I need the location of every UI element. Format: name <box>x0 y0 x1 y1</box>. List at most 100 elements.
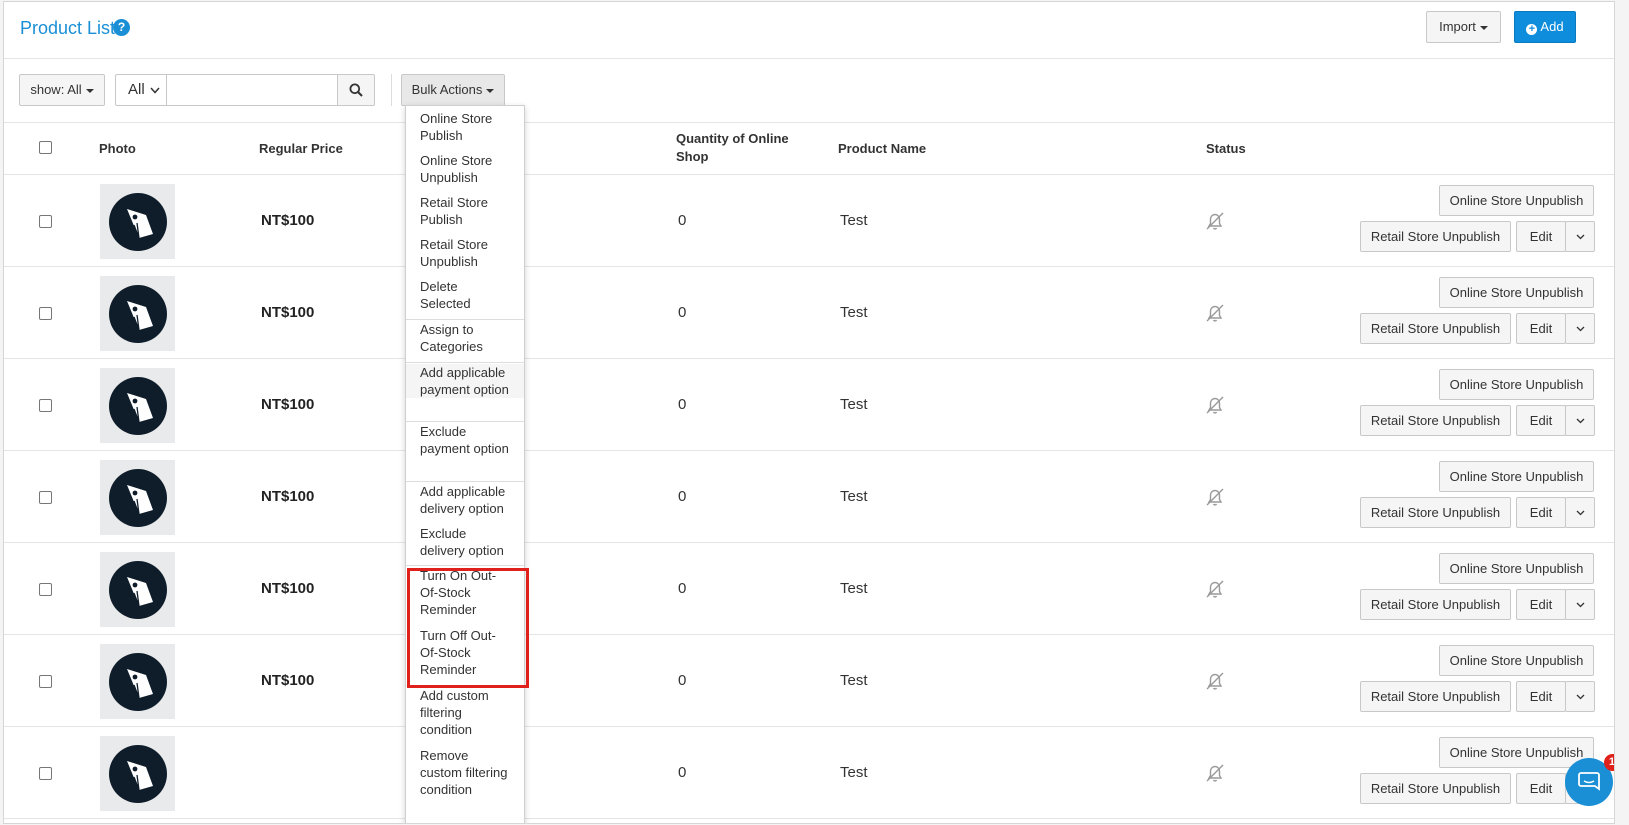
caret-down-icon <box>85 88 94 93</box>
bell-off-icon <box>1204 210 1226 232</box>
retail-store-unpublish-button[interactable]: Retail Store Unpublish <box>1360 497 1511 528</box>
bulk-menu-item[interactable]: Add applicable payment option <box>406 364 524 398</box>
bulk-menu-item[interactable]: Exclude payment option <box>406 423 524 457</box>
product-photo[interactable] <box>100 552 175 627</box>
retail-store-unpublish-button[interactable]: Retail Store Unpublish <box>1360 681 1511 712</box>
retail-store-unpublish-button[interactable]: Retail Store Unpublish <box>1360 405 1511 436</box>
retail-store-unpublish-button[interactable]: Retail Store Unpublish <box>1360 221 1511 252</box>
product-photo[interactable] <box>100 644 175 719</box>
retail-store-unpublish-button[interactable]: Retail Store Unpublish <box>1360 773 1511 804</box>
row-actions-toggle[interactable] <box>1565 221 1595 252</box>
menu-divider <box>406 421 524 422</box>
row-actions-toggle[interactable] <box>1565 405 1595 436</box>
search-button[interactable] <box>337 74 375 106</box>
online-store-unpublish-button[interactable]: Online Store Unpublish <box>1439 369 1594 400</box>
bulk-menu-item[interactable]: Exclude delivery option <box>406 525 524 559</box>
column-photo: Photo <box>99 141 136 156</box>
chevron-down-icon <box>1576 694 1585 700</box>
online-shop-quantity: 0 <box>678 580 687 597</box>
edit-button[interactable]: Edit <box>1516 313 1566 344</box>
add-button[interactable]: + Add <box>1514 11 1576 43</box>
toolbar-divider <box>391 74 392 106</box>
edit-button[interactable]: Edit <box>1516 221 1566 252</box>
edit-button[interactable]: Edit <box>1516 773 1566 804</box>
row-checkbox[interactable] <box>39 583 52 596</box>
search-input[interactable] <box>166 74 338 106</box>
product-photo[interactable] <box>100 368 175 443</box>
product-name[interactable]: Test <box>840 580 868 597</box>
bulk-menu-item[interactable]: Online Store Publish <box>406 110 524 144</box>
bulk-menu-item[interactable]: Assign to Categories <box>406 321 524 355</box>
product-photo[interactable] <box>100 460 175 535</box>
show-filter-button[interactable]: show: All <box>19 74 105 106</box>
bulk-menu-item[interactable]: Remove custom filtering condition <box>406 747 524 798</box>
edit-button[interactable]: Edit <box>1516 497 1566 528</box>
row-checkbox[interactable] <box>39 491 52 504</box>
bulk-actions-menu: Online Store Publish Online Store Unpubli… <box>405 105 525 823</box>
bell-off-icon <box>1204 486 1226 508</box>
column-quantity-line1: Quantity of Online <box>676 131 789 146</box>
product-name[interactable]: Test <box>840 396 868 413</box>
product-name[interactable]: Test <box>840 304 868 321</box>
product-photo[interactable] <box>100 276 175 351</box>
table-row: 0 Test Online Store Unpublish Retail Store … <box>4 727 1614 819</box>
online-shop-quantity: 0 <box>678 304 687 321</box>
edit-button[interactable]: Edit <box>1516 405 1566 436</box>
row-checkbox[interactable] <box>39 675 52 688</box>
online-shop-quantity: 0 <box>678 488 687 505</box>
edit-button[interactable]: Edit <box>1516 589 1566 620</box>
product-name[interactable]: Test <box>840 764 868 781</box>
table-row: NT$100 0 Test Online Store Unpublish Retail … <box>4 359 1614 451</box>
bulk-menu-item[interactable]: Add applicable delivery option <box>406 483 524 517</box>
retail-store-unpublish-button[interactable]: Retail Store Unpublish <box>1360 589 1511 620</box>
product-name[interactable]: Test <box>840 672 868 689</box>
online-store-unpublish-button[interactable]: Online Store Unpublish <box>1439 461 1594 492</box>
regular-price: NT$100 <box>261 488 315 505</box>
table-header: Photo Regular Price Quantity of Online S… <box>4 122 1614 175</box>
bulk-menu-item[interactable]: Add custom filtering condition <box>406 687 524 738</box>
row-actions-toggle[interactable] <box>1565 497 1595 528</box>
row-checkbox[interactable] <box>39 215 52 228</box>
online-shop-quantity: 0 <box>678 396 687 413</box>
row-checkbox[interactable] <box>39 767 52 780</box>
page-title: Product List <box>20 18 116 38</box>
caret-down-icon <box>486 88 495 93</box>
column-product-name: Product Name <box>838 141 927 156</box>
row-actions-toggle[interactable] <box>1565 313 1595 344</box>
online-store-unpublish-button[interactable]: Online Store Unpublish <box>1439 737 1594 768</box>
product-name[interactable]: Test <box>840 488 868 505</box>
select-all-checkbox[interactable] <box>39 141 52 154</box>
regular-price: NT$100 <box>261 672 315 689</box>
online-store-unpublish-button[interactable]: Online Store Unpublish <box>1439 553 1594 584</box>
import-button[interactable]: Import <box>1426 11 1501 43</box>
online-store-unpublish-button[interactable]: Online Store Unpublish <box>1439 645 1594 676</box>
retail-store-unpublish-button[interactable]: Retail Store Unpublish <box>1360 313 1511 344</box>
field-select[interactable]: All <box>115 74 167 106</box>
search-icon <box>349 83 363 97</box>
online-store-unpublish-button[interactable]: Online Store Unpublish <box>1439 185 1594 216</box>
table-row: NT$100 0 Test Online Store Unpublish Retail … <box>4 635 1614 727</box>
row-actions-toggle[interactable] <box>1565 589 1595 620</box>
toolbar: show: All All Bulk Actions <box>4 60 1614 122</box>
product-photo[interactable] <box>100 736 175 811</box>
bulk-menu-item[interactable]: Online Store Unpublish <box>406 152 524 186</box>
regular-price: NT$100 <box>261 580 315 597</box>
caret-down-icon <box>1479 25 1488 30</box>
product-photo[interactable] <box>100 184 175 259</box>
online-store-unpublish-button[interactable]: Online Store Unpublish <box>1439 277 1594 308</box>
bulk-actions-button[interactable]: Bulk Actions <box>401 74 505 106</box>
help-icon[interactable]: ? <box>113 19 130 36</box>
bulk-menu-item[interactable]: Delete Selected <box>406 278 524 312</box>
column-quantity: Quantity of Online Shop <box>676 130 789 166</box>
table-row: NT$100 0 Test Online Store Unpublish Retail … <box>4 267 1614 359</box>
product-name[interactable]: Test <box>840 212 868 229</box>
bell-off-icon <box>1204 670 1226 692</box>
row-checkbox[interactable] <box>39 307 52 320</box>
bulk-menu-item[interactable]: Retail Store Unpublish <box>406 236 524 270</box>
edit-button[interactable]: Edit <box>1516 681 1566 712</box>
column-status: Status <box>1206 141 1246 156</box>
row-actions-toggle[interactable] <box>1565 681 1595 712</box>
row-checkbox[interactable] <box>39 399 52 412</box>
bulk-menu-item[interactable]: Retail Store Publish <box>406 194 524 228</box>
table-row: NT$100 0 Test Online Store Unpublish Retail … <box>4 175 1614 267</box>
